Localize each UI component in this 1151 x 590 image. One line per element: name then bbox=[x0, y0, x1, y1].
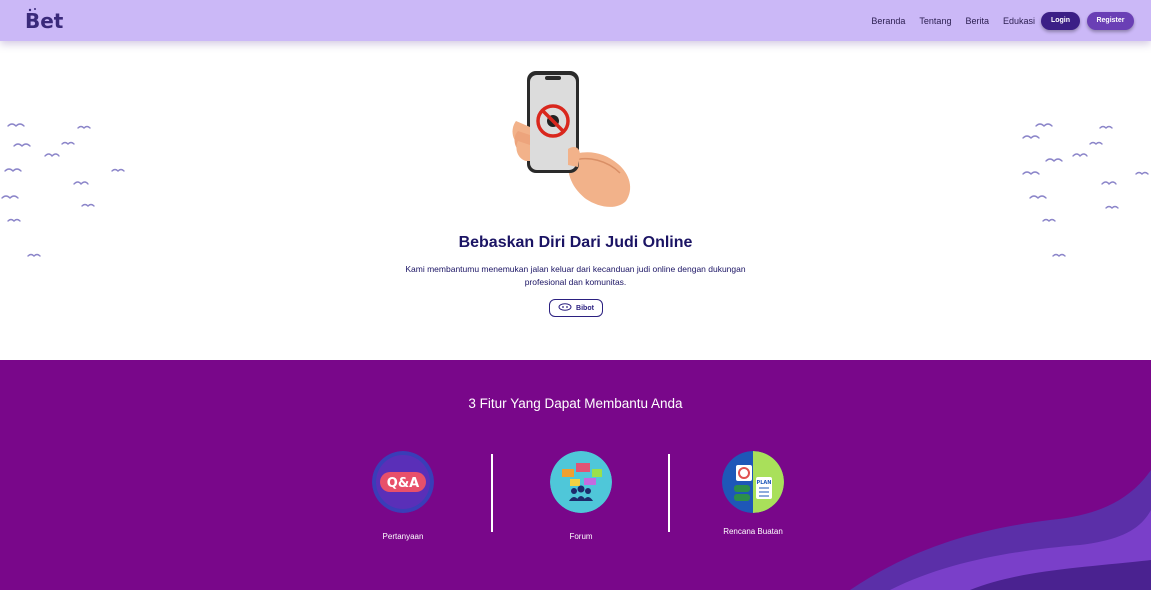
svg-text:Bet: Bet bbox=[25, 9, 64, 33]
bibot-button[interactable]: Bibot bbox=[549, 299, 603, 317]
nav-link-tentang[interactable]: Tentang bbox=[919, 16, 951, 26]
hero-section: Bebaskan Diri Dari Judi Online Kami memb… bbox=[0, 41, 1151, 360]
forum-icon bbox=[550, 451, 612, 513]
nav-link-beranda[interactable]: Beranda bbox=[871, 16, 905, 26]
feature-rencana-buatan[interactable]: PLAN Rencana Buatan bbox=[722, 451, 784, 536]
svg-text:Q&A: Q&A bbox=[387, 476, 419, 491]
divider bbox=[668, 454, 670, 532]
login-button[interactable]: Login bbox=[1041, 12, 1080, 30]
bibot-label: Bibot bbox=[576, 304, 594, 312]
hero-subtitle: Kami membantumu menemukan jalan keluar d… bbox=[405, 264, 746, 287]
wave-decoration bbox=[850, 470, 1151, 590]
feature-label: Rencana Buatan bbox=[723, 527, 783, 536]
features-title: 3 Fitur Yang Dapat Membantu Anda bbox=[468, 396, 683, 411]
phone-hand-illustration bbox=[512, 71, 631, 207]
qa-icon: Q&A bbox=[372, 451, 434, 513]
plan-icon: PLAN bbox=[722, 451, 784, 513]
feature-label: Forum bbox=[569, 532, 593, 541]
robot-icon bbox=[558, 303, 572, 313]
feature-forum[interactable]: Forum bbox=[550, 451, 612, 541]
features-section: 3 Fitur Yang Dapat Membantu Anda Q&A Per… bbox=[0, 360, 1151, 590]
svg-text:PLAN: PLAN bbox=[757, 480, 772, 486]
top-navbar: Bet Beranda Tentang Berita Edukasi Login… bbox=[0, 0, 1151, 41]
nav-menu: Beranda Tentang Berita Edukasi bbox=[857, 0, 1035, 41]
site-logo[interactable]: Bet bbox=[24, 6, 66, 34]
divider bbox=[491, 454, 493, 532]
feature-pertanyaan[interactable]: Q&A Pertanyaan bbox=[372, 451, 434, 541]
register-button[interactable]: Register bbox=[1087, 12, 1134, 30]
hero-title: Bebaskan Diri Dari Judi Online bbox=[458, 234, 693, 251]
feature-label: Pertanyaan bbox=[382, 532, 424, 541]
nav-link-berita[interactable]: Berita bbox=[965, 16, 989, 26]
nav-link-edukasi[interactable]: Edukasi bbox=[1003, 16, 1035, 26]
